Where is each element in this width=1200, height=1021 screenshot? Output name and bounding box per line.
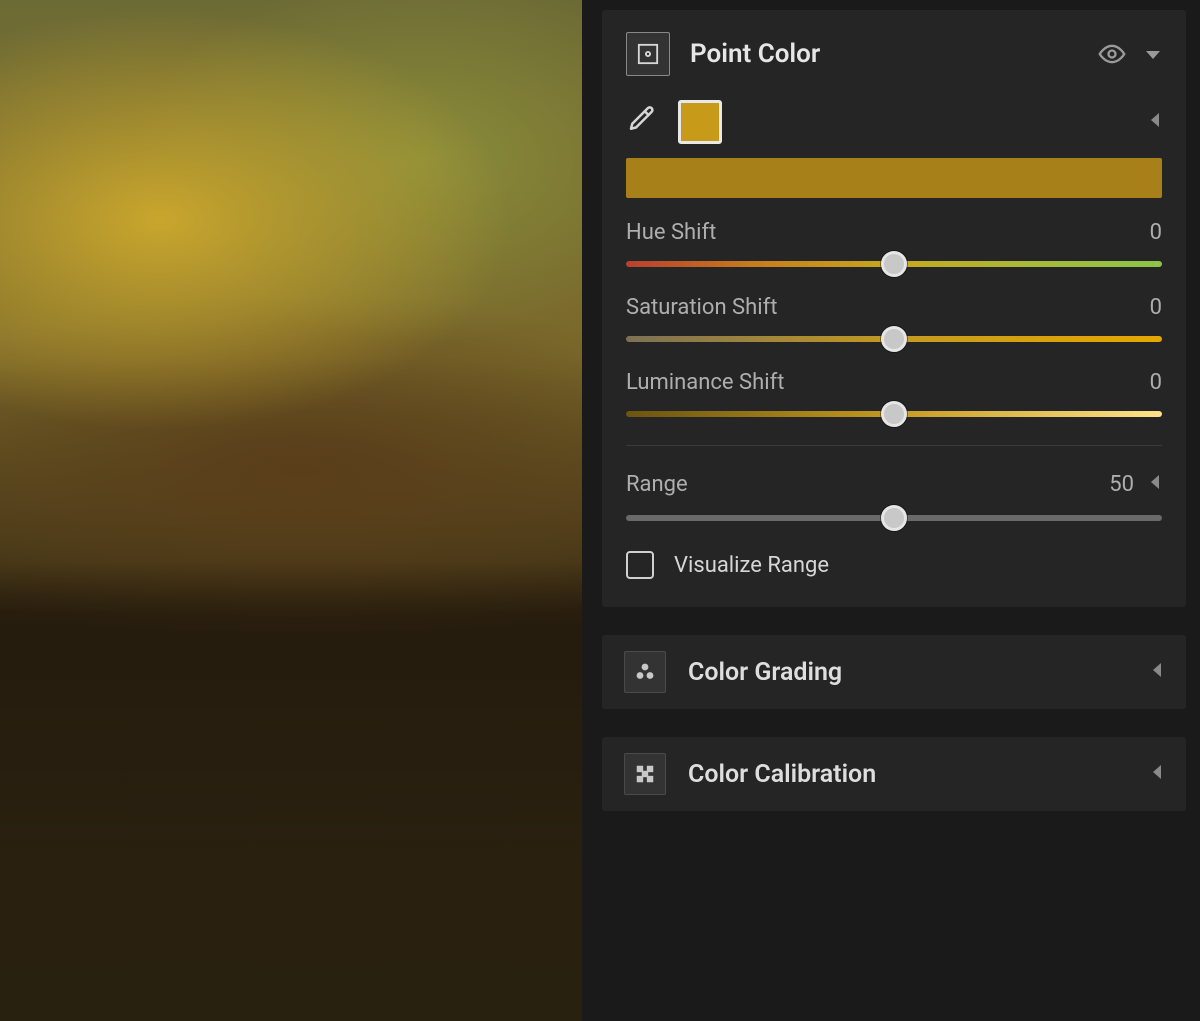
range-thumb[interactable] bbox=[881, 505, 907, 531]
luminance-label: Luminance Shift bbox=[626, 370, 784, 395]
hue-thumb[interactable] bbox=[881, 251, 907, 277]
range-slider[interactable] bbox=[626, 515, 1162, 521]
color-grading-icon bbox=[624, 651, 666, 693]
panel-menu-icon[interactable] bbox=[1144, 47, 1162, 61]
saturation-value[interactable]: 0 bbox=[1150, 295, 1162, 320]
point-color-panel: Point Color bbox=[602, 10, 1186, 607]
right-panel-column: Point Color bbox=[582, 0, 1200, 1021]
hue-shift-slider[interactable]: Hue Shift 0 bbox=[626, 220, 1162, 267]
saturation-shift-slider[interactable]: Saturation Shift 0 bbox=[626, 295, 1162, 342]
image-preview bbox=[0, 0, 582, 1021]
visibility-toggle-icon[interactable] bbox=[1098, 40, 1126, 68]
color-calibration-title: Color Calibration bbox=[688, 760, 1128, 789]
collapse-arrow-icon[interactable] bbox=[1148, 111, 1162, 133]
saturation-thumb[interactable] bbox=[881, 326, 907, 352]
range-collapse-icon[interactable] bbox=[1148, 472, 1162, 497]
point-color-icon[interactable] bbox=[626, 32, 670, 76]
color-grading-panel[interactable]: Color Grading bbox=[602, 635, 1186, 709]
color-calibration-panel[interactable]: Color Calibration bbox=[602, 737, 1186, 811]
luminance-value[interactable]: 0 bbox=[1150, 370, 1162, 395]
chevron-left-icon bbox=[1150, 763, 1164, 785]
saturation-label: Saturation Shift bbox=[626, 295, 777, 320]
visualize-range-label: Visualize Range bbox=[674, 553, 829, 578]
visualize-range-checkbox[interactable] bbox=[626, 551, 654, 579]
luminance-thumb[interactable] bbox=[881, 401, 907, 427]
color-calibration-icon bbox=[624, 753, 666, 795]
chevron-left-icon bbox=[1150, 661, 1164, 683]
divider bbox=[626, 445, 1162, 446]
eyedropper-icon[interactable] bbox=[626, 105, 656, 139]
range-value[interactable]: 50 bbox=[1109, 472, 1134, 497]
panel-title: Point Color bbox=[690, 39, 1078, 69]
color-swatch[interactable] bbox=[678, 100, 722, 144]
color-grading-title: Color Grading bbox=[688, 658, 1128, 687]
color-bar[interactable] bbox=[626, 158, 1162, 198]
hue-label: Hue Shift bbox=[626, 220, 716, 245]
luminance-shift-slider[interactable]: Luminance Shift 0 bbox=[626, 370, 1162, 417]
hue-value[interactable]: 0 bbox=[1150, 220, 1162, 245]
range-label: Range bbox=[626, 472, 688, 497]
